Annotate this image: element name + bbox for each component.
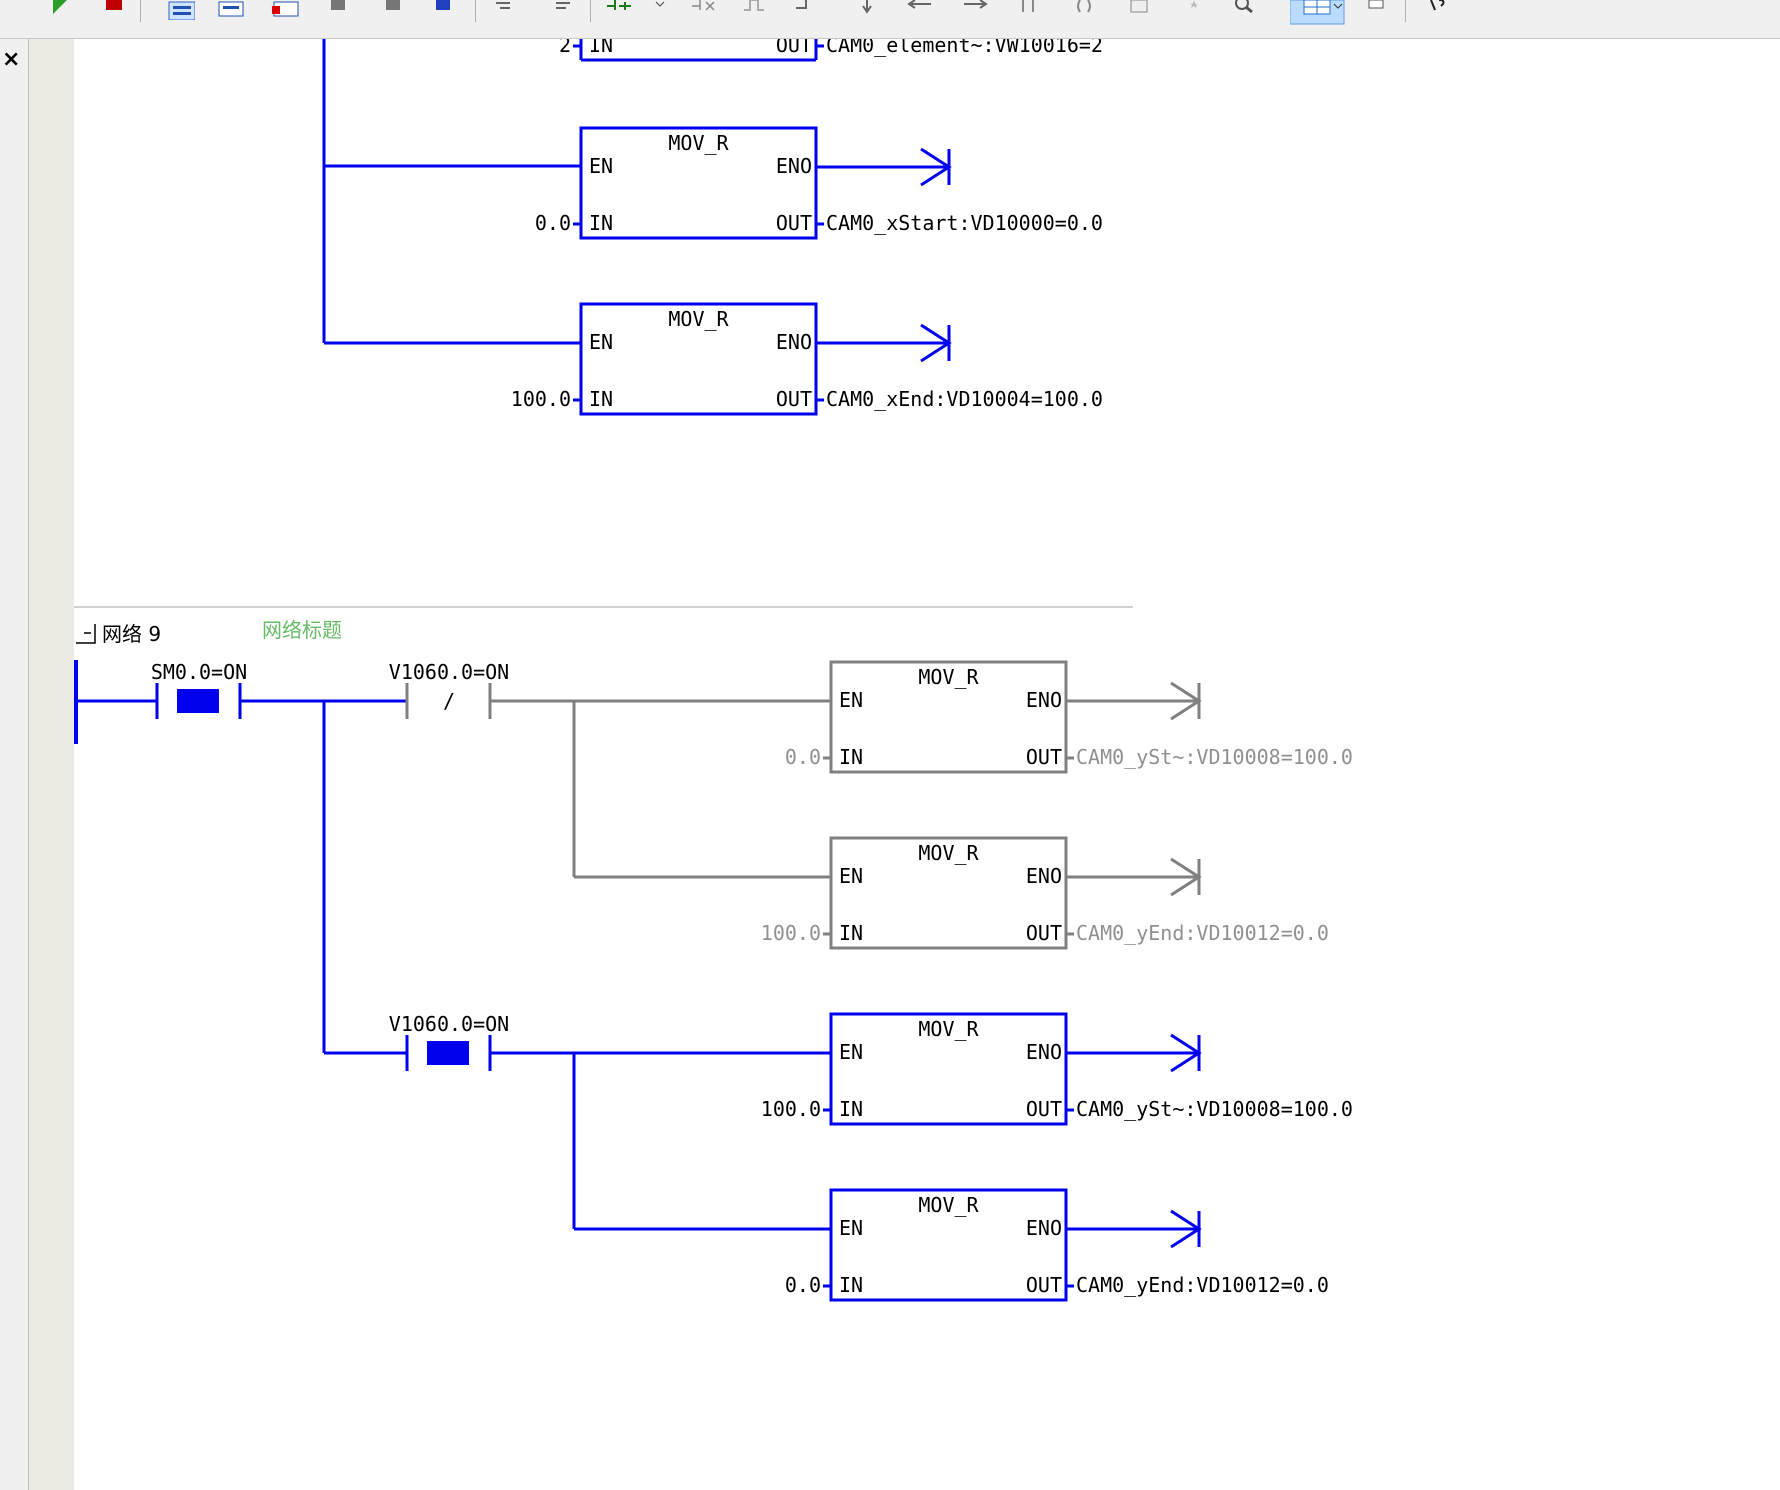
- in-pin-label: IN: [839, 745, 863, 769]
- branch-icon[interactable]: [790, 0, 820, 20]
- contact-label: V1060.0=ON: [389, 660, 509, 684]
- eno-pin-label: ENO: [1026, 1040, 1062, 1064]
- in-value: 0.0: [785, 1273, 821, 1297]
- block-name: MOV_R: [918, 1017, 979, 1041]
- delete-network-icon[interactable]: [215, 0, 245, 20]
- en-pin-label: EN: [839, 1040, 863, 1064]
- eno-pin-label: ENO: [776, 330, 812, 354]
- insert-contact-icon[interactable]: [605, 0, 635, 20]
- in-value: 0.0: [785, 745, 821, 769]
- in-value: 100.0: [761, 921, 821, 945]
- in-pin-label: IN: [589, 211, 613, 235]
- contact-icon[interactable]: [1015, 0, 1045, 20]
- out-pin-label: OUT: [1026, 1097, 1062, 1121]
- in-value: 0.0: [535, 211, 571, 235]
- in-value: 2: [559, 39, 571, 57]
- out-operand: CAM0_yEnd:VD10012=0.0: [1076, 1273, 1329, 1297]
- out-pin-label: OUT: [1026, 745, 1062, 769]
- left-panel-frame: ×: [0, 39, 29, 1490]
- ladder-editor[interactable]: IN OUT 2 CAM0_element~:VW10016=2 MOV_R EN ENO I…: [74, 39, 1780, 1490]
- contact-hitbox[interactable]: [407, 683, 490, 719]
- contact-hitbox[interactable]: [157, 683, 240, 719]
- view-dropdown-icon[interactable]: [1330, 0, 1360, 20]
- contact-label: SM0.0=ON: [151, 660, 247, 684]
- out-pin-label: OUT: [1026, 1273, 1062, 1297]
- editor-gutter: [29, 39, 74, 1490]
- stop-icon[interactable]: [100, 0, 130, 20]
- block-name: MOV_R: [668, 131, 729, 155]
- coil-icon[interactable]: [1070, 0, 1100, 20]
- toolbar-separator: [590, 0, 591, 22]
- en-pin-label: EN: [589, 330, 613, 354]
- insert-row-icon[interactable]: [270, 0, 300, 20]
- lock-icon-3[interactable]: [430, 0, 460, 20]
- out-operand: CAM0_ySt~:VD10008=100.0: [1076, 1097, 1353, 1121]
- monitor-icon[interactable]: [1365, 0, 1395, 20]
- toolbar-separator: [1405, 0, 1406, 22]
- block-name: MOV_R: [918, 841, 979, 865]
- left-arrow-icon[interactable]: [905, 0, 935, 20]
- out-operand: CAM0_element~:VW10016=2: [826, 39, 1103, 57]
- in-value: 100.0: [761, 1097, 821, 1121]
- contact-hitbox[interactable]: [407, 1035, 490, 1071]
- dropdown-arrow-icon[interactable]: [650, 0, 680, 20]
- toolbar-separator: [475, 0, 476, 22]
- en-pin-label: EN: [839, 864, 863, 888]
- eno-pin-label: ENO: [1026, 1216, 1062, 1240]
- network-title: 网络标题: [262, 618, 342, 642]
- network-header: 网络 9: [102, 622, 161, 646]
- find-icon[interactable]: [1230, 0, 1260, 20]
- out-operand: CAM0_xEnd:VD10004=100.0: [826, 387, 1103, 411]
- rising-edge-icon[interactable]: [740, 0, 770, 20]
- in-pin-label: IN: [839, 921, 863, 945]
- indent-icon[interactable]: [490, 0, 520, 20]
- eno-pin-label: ENO: [1026, 864, 1062, 888]
- right-arrow-icon[interactable]: [960, 0, 990, 20]
- out-pin-label: OUT: [776, 39, 812, 57]
- en-pin-label: EN: [839, 688, 863, 712]
- out-operand: CAM0_xStart:VD10000=0.0: [826, 211, 1103, 235]
- lock-icon-2[interactable]: [380, 0, 410, 20]
- in-pin-label: IN: [589, 39, 613, 57]
- in-pin-label: IN: [839, 1273, 863, 1297]
- out-operand: CAM0_yEnd:VD10012=0.0: [1076, 921, 1329, 945]
- bookmark-star-icon[interactable]: [1180, 0, 1210, 20]
- outdent-icon[interactable]: [550, 0, 580, 20]
- close-icon[interactable]: ×: [2, 47, 20, 72]
- en-pin-label: EN: [589, 154, 613, 178]
- in-pin-label: IN: [589, 387, 613, 411]
- ladder-diagram[interactable]: IN OUT 2 CAM0_element~:VW10016=2 MOV_R EN ENO I…: [74, 39, 1780, 1490]
- in-pin-label: IN: [839, 1097, 863, 1121]
- out-pin-label: OUT: [776, 387, 812, 411]
- down-arrow-icon[interactable]: [855, 0, 885, 20]
- out-operand: CAM0_ySt~:VD10008=100.0: [1076, 745, 1353, 769]
- eno-pin-label: ENO: [776, 154, 812, 178]
- run-icon[interactable]: [45, 0, 75, 20]
- out-pin-label: OUT: [1026, 921, 1062, 945]
- block-name: MOV_R: [918, 1193, 979, 1217]
- in-value: 100.0: [511, 387, 571, 411]
- en-pin-label: EN: [839, 1216, 863, 1240]
- collapse-network-icon[interactable]: [76, 624, 96, 644]
- block-name: MOV_R: [918, 665, 979, 689]
- out-pin-label: OUT: [776, 211, 812, 235]
- box-icon[interactable]: [1125, 0, 1155, 20]
- eno-pin-label: ENO: [1026, 688, 1062, 712]
- contact-label: V1060.0=ON: [389, 1012, 509, 1036]
- delete-contact-icon[interactable]: [690, 0, 720, 20]
- block-name: MOV_R: [668, 307, 729, 331]
- help-icon[interactable]: [1425, 0, 1455, 20]
- lock-icon[interactable]: [325, 0, 355, 20]
- insert-network-icon[interactable]: [165, 0, 195, 20]
- toolbar-separator: [140, 0, 141, 22]
- toolbar: [0, 0, 1780, 39]
